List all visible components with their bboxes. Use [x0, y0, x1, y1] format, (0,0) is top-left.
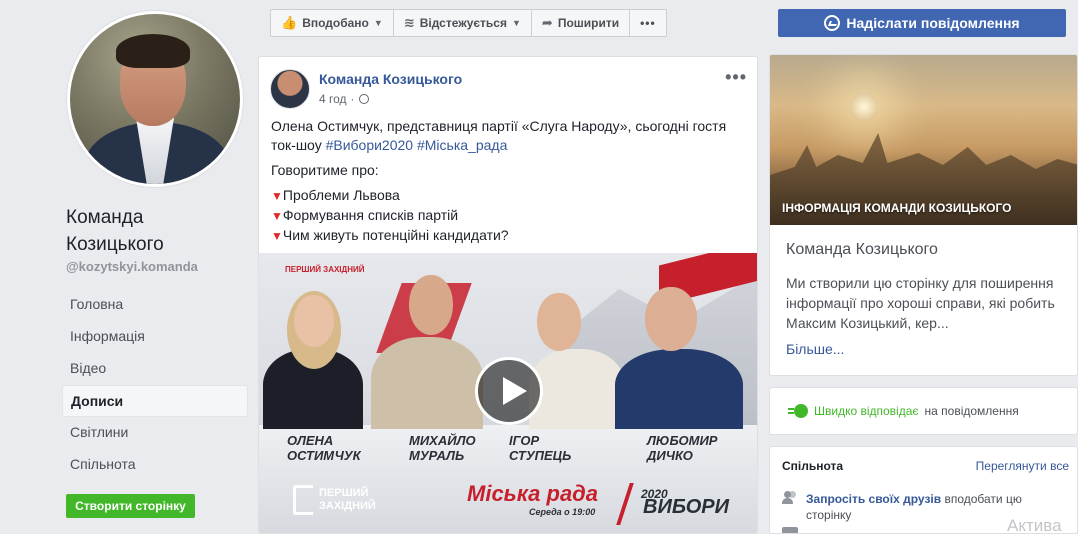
post-body: Олена Остимчук, представниця партії «Слу… [271, 117, 747, 246]
following-button[interactable]: ≋ Відстежується ▼ [394, 10, 532, 36]
activation-watermark: Актива [1007, 516, 1062, 534]
guest-name: Ігор Ступець [509, 433, 572, 463]
liked-label: Вподобано [302, 16, 369, 30]
post-intro: Говоритиме про: [271, 162, 379, 178]
share-button[interactable]: ➦ Поширити [532, 10, 631, 36]
chevron-down-icon: ▼ [511, 18, 521, 28]
about-more-link[interactable]: Більше... [786, 341, 844, 357]
nav-item-posts[interactable]: Дописи [62, 385, 248, 417]
left-column: Команда Козицького @kozytskyi.komanda Го… [0, 0, 258, 534]
post-author-name[interactable]: Команда Козицького [319, 71, 462, 87]
nav-item-photos[interactable]: Світлини [62, 417, 248, 449]
invite-friends-link[interactable]: Запросіть своїх друзів [806, 492, 941, 506]
topic-item: ▼Формування списків партій [271, 206, 747, 226]
post-card: Команда Козицького 4 год · ••• Олена Ост… [258, 56, 758, 534]
hashtag-link[interactable]: #Вибори2020 [326, 137, 414, 153]
create-page-button[interactable]: Створити сторінку [66, 494, 195, 518]
person-head [645, 287, 697, 351]
avatar [70, 14, 240, 184]
nav-item-videos[interactable]: Відео [62, 353, 248, 385]
video-player[interactable]: ПЕРШИЙ ЗАХІДНИЙ Олена Остимчук Михайло Мур… [259, 253, 757, 533]
nav-item-home[interactable]: Головна [62, 289, 248, 321]
sun-glow [850, 93, 878, 121]
guest-name: Олена Остимчук [287, 433, 361, 463]
send-message-button[interactable]: Надіслати повідомлення [778, 9, 1066, 37]
page-handle[interactable]: @kozytskyi.komanda [66, 259, 198, 274]
page-actions-bar: 👍 Вподобано ▼ ≋ Відстежується ▼ ➦ Пошири… [270, 9, 667, 37]
person-head [537, 293, 581, 351]
person-head [294, 295, 334, 347]
reply-rest-text: на повідомлення [924, 404, 1019, 418]
show-schedule: Середа о 19:00 [529, 507, 596, 517]
cover-caption: ІНФОРМАЦІЯ КОМАНДИ КОЗИЦЬКОГО [782, 201, 1012, 215]
hashtag-link[interactable]: #Міська_рада [417, 137, 507, 153]
person-head [409, 275, 453, 335]
profile-picture[interactable] [67, 11, 243, 187]
about-card: ІНФОРМАЦІЯ КОМАНДИ КОЗИЦЬКОГО Команда Ко… [769, 54, 1078, 376]
person-figure [615, 349, 743, 429]
nav-item-community[interactable]: Спільнота [62, 449, 248, 481]
share-label: Поширити [557, 16, 620, 30]
more-options-button[interactable]: ••• [630, 10, 666, 36]
city-cover-image[interactable]: ІНФОРМАЦІЯ КОМАНДИ КОЗИЦЬКОГО [770, 55, 1077, 225]
post-more-icon[interactable]: ••• [725, 67, 747, 88]
red-triangle-icon: ▼ [271, 189, 283, 203]
post-time-text[interactable]: 4 год [319, 92, 347, 106]
fast-reply-icon [788, 404, 808, 418]
guest-name: Михайло Мураль [409, 433, 476, 463]
community-see-all-link[interactable]: Переглянути все [976, 459, 1069, 473]
post-author-avatar[interactable] [270, 69, 310, 109]
red-triangle-icon: ▼ [271, 209, 283, 223]
about-title[interactable]: Команда Козицького [786, 241, 938, 259]
liked-button[interactable]: 👍 Вподобано ▼ [271, 10, 394, 36]
channel-logo-mark [293, 485, 313, 515]
post-paragraph: Олена Остимчук, представниця партії «Слу… [271, 117, 747, 155]
people-icon [782, 491, 798, 505]
community-title: Спільнота [782, 459, 844, 473]
rss-icon: ≋ [403, 15, 415, 30]
play-button-icon[interactable] [475, 357, 543, 425]
person-figure [371, 337, 483, 429]
chevron-down-icon: ▼ [373, 18, 383, 28]
messenger-icon [824, 15, 841, 31]
more-dots-icon: ••• [640, 16, 656, 30]
person-figure [529, 349, 625, 429]
thumbs-up-icon: 👍 [281, 15, 298, 30]
globe-icon[interactable] [358, 94, 369, 104]
avatar-hair [116, 34, 190, 68]
topic-text: Проблеми Львова [282, 187, 400, 203]
share-arrow-icon: ➦ [541, 15, 553, 30]
post-timestamp: 4 год · [319, 92, 369, 106]
page-title[interactable]: Команда Козицького [66, 204, 246, 258]
response-info-card: Швидко відповідає на повідомлення [769, 387, 1078, 435]
send-message-label: Надіслати повідомлення [846, 15, 1020, 31]
page-nav: Головна Інформація Відео Дописи Світлини… [62, 289, 248, 481]
topic-text: Чим живуть потенційні кандидати? [282, 227, 509, 243]
topic-item: ▼Проблеми Львова [271, 186, 747, 206]
show-title: Міська рада [467, 481, 599, 506]
following-label: Відстежується [419, 16, 507, 30]
likes-icon [782, 527, 798, 533]
channel-logo: ПЕРШИЙ ЗАХІДНИЙ [293, 485, 376, 515]
topic-item: ▼Чим живуть потенційні кандидати? [271, 226, 747, 246]
guest-name: Любомир Дичко [647, 433, 718, 463]
nav-item-info[interactable]: Інформація [62, 321, 248, 353]
dot-separator: · [350, 92, 355, 106]
election-label: ВИБОРИ [643, 496, 730, 518]
about-description: Ми створили цю сторінку для поширення ін… [786, 275, 1055, 331]
red-triangle-icon: ▼ [271, 229, 283, 243]
fast-reply-text: Швидко відповідає [814, 404, 919, 418]
topic-text: Формування списків партій [282, 207, 459, 223]
video-top-logo: ПЕРШИЙ ЗАХІДНИЙ [285, 265, 365, 274]
